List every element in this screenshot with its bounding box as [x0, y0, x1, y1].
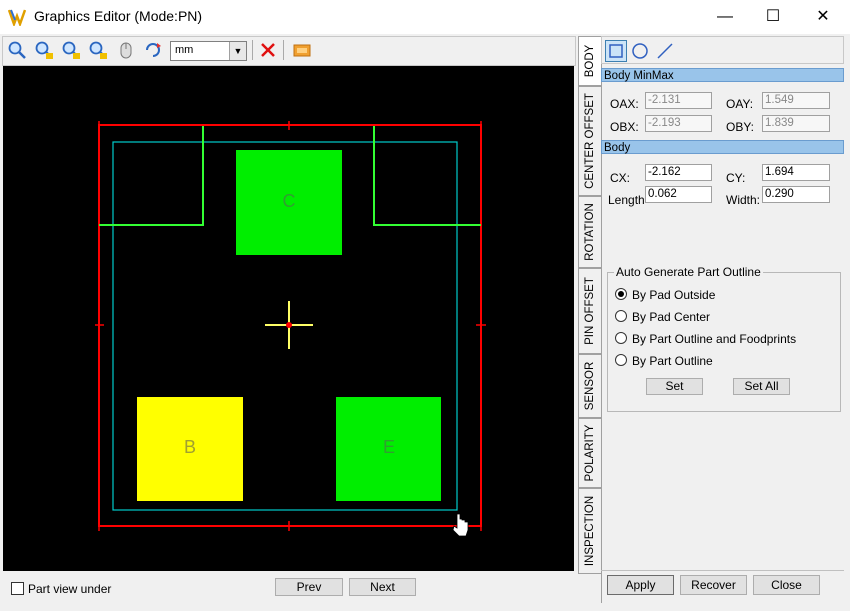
window-title: Graphics Editor (Mode:PN)	[34, 8, 203, 24]
by-pad-center-radio[interactable]	[615, 310, 627, 322]
minimize-button[interactable]: —	[702, 0, 748, 34]
zoom-fit-icon[interactable]	[88, 40, 108, 60]
prev-button[interactable]: Prev	[275, 578, 343, 596]
unit-value: mm	[175, 44, 194, 56]
by-part-outline-footprints-label[interactable]: By Part Outline and Foodprints	[632, 332, 796, 346]
lead-outline-left	[99, 126, 204, 226]
oby-field[interactable]: 1.839	[762, 115, 830, 132]
tab-body-label: BODY	[584, 44, 596, 78]
drawing-canvas[interactable]: C B E	[3, 66, 574, 571]
actions-divider	[601, 570, 844, 571]
bottom-bar: Part view under Prev Next	[0, 573, 576, 603]
canvas-drawing: C B E	[95, 121, 486, 537]
by-pad-outside-radio[interactable]	[615, 288, 627, 300]
zoom-in-icon[interactable]	[34, 40, 54, 60]
minimize-icon: —	[717, 8, 733, 25]
tab-rotation[interactable]: ROTATION	[578, 196, 601, 268]
oax-field[interactable]: -2.131	[645, 92, 712, 109]
oay-label: OAY:	[726, 97, 754, 111]
set-all-button[interactable]: Set All	[733, 378, 790, 395]
lead-outline-right	[373, 126, 481, 226]
maximize-icon: ☐	[765, 8, 781, 25]
maximize-button[interactable]: ☐	[750, 0, 796, 34]
by-part-outline-label[interactable]: By Part Outline	[632, 354, 713, 368]
tab-sensor-label: SENSOR	[584, 361, 596, 411]
zoom-icon[interactable]	[7, 40, 27, 60]
width-label: Width:	[726, 193, 761, 207]
auto-generate-title: Auto Generate Part Outline	[614, 265, 763, 279]
image-icon[interactable]	[292, 40, 312, 60]
body-header: Body	[601, 140, 844, 154]
apply-button[interactable]: Apply	[607, 575, 674, 595]
obx-field[interactable]: -2.193	[645, 115, 712, 132]
toolbar-divider	[252, 40, 253, 60]
tab-center-offset-label: CENTER OFFSET	[584, 93, 596, 189]
set-button[interactable]: Set	[646, 378, 703, 395]
pad-e-label: E	[383, 437, 395, 457]
oay-field[interactable]: 1.549	[762, 92, 830, 109]
by-pad-center-label[interactable]: By Pad Center	[632, 310, 710, 324]
obx-label: OBX:	[610, 120, 639, 134]
tab-polarity-label: POLARITY	[584, 424, 596, 482]
recover-button[interactable]: Recover	[680, 575, 747, 595]
by-part-outline-footprints-radio[interactable]	[615, 332, 627, 344]
next-button[interactable]: Next	[349, 578, 416, 596]
tab-pin-offset[interactable]: PIN OFFSET	[578, 268, 601, 354]
unit-select[interactable]: mm ▼	[170, 41, 247, 61]
width-field[interactable]: 0.290	[762, 186, 830, 203]
center-point	[286, 322, 292, 328]
tab-body[interactable]: BODY	[578, 36, 601, 86]
oax-label: OAX:	[610, 97, 639, 111]
chevron-down-icon: ▼	[229, 42, 246, 60]
length-label: Length	[608, 193, 645, 207]
zoom-out-icon[interactable]	[61, 40, 81, 60]
oby-label: OBY:	[726, 120, 755, 134]
tab-sensor[interactable]: SENSOR	[578, 354, 601, 418]
pad-c-label: C	[283, 191, 296, 211]
toolbar: mm ▼	[2, 36, 576, 66]
pad-b-label: B	[184, 437, 196, 457]
title-bar: Graphics Editor (Mode:PN) — ☐ ✕	[0, 0, 850, 34]
close-button[interactable]: Close	[753, 575, 820, 595]
body-minmax-header: Body MinMax	[601, 68, 844, 82]
length-field[interactable]: 0.062	[645, 186, 712, 203]
line-icon[interactable]	[654, 40, 676, 62]
refresh-icon[interactable]	[143, 40, 163, 60]
draw-tools-bar	[601, 36, 844, 64]
by-part-outline-radio[interactable]	[615, 354, 627, 366]
tab-pin-offset-label: PIN OFFSET	[584, 277, 596, 345]
tab-rotation-label: ROTATION	[584, 203, 596, 261]
part-view-label: Part view under	[28, 582, 112, 596]
circle-icon[interactable]	[629, 40, 651, 62]
cx-field[interactable]: -2.162	[645, 164, 712, 181]
tab-inspection[interactable]: INSPECTION	[578, 488, 601, 574]
by-pad-outside-label[interactable]: By Pad Outside	[632, 288, 715, 302]
tab-polarity[interactable]: POLARITY	[578, 418, 601, 488]
delete-icon[interactable]	[258, 40, 278, 60]
cx-label: CX:	[610, 171, 631, 185]
cy-label: CY:	[726, 171, 746, 185]
mouse-icon[interactable]	[116, 40, 136, 60]
close-window-button[interactable]: ✕	[800, 0, 846, 34]
rectangle-icon[interactable]	[605, 40, 627, 62]
tab-center-offset[interactable]: CENTER OFFSET	[578, 86, 601, 196]
tab-inspection-label: INSPECTION	[584, 495, 596, 567]
close-icon: ✕	[816, 8, 830, 25]
toolbar-divider	[283, 40, 284, 60]
app-logo-icon	[8, 9, 26, 26]
part-view-checkbox[interactable]	[11, 582, 24, 595]
cy-field[interactable]: 1.694	[762, 164, 830, 181]
